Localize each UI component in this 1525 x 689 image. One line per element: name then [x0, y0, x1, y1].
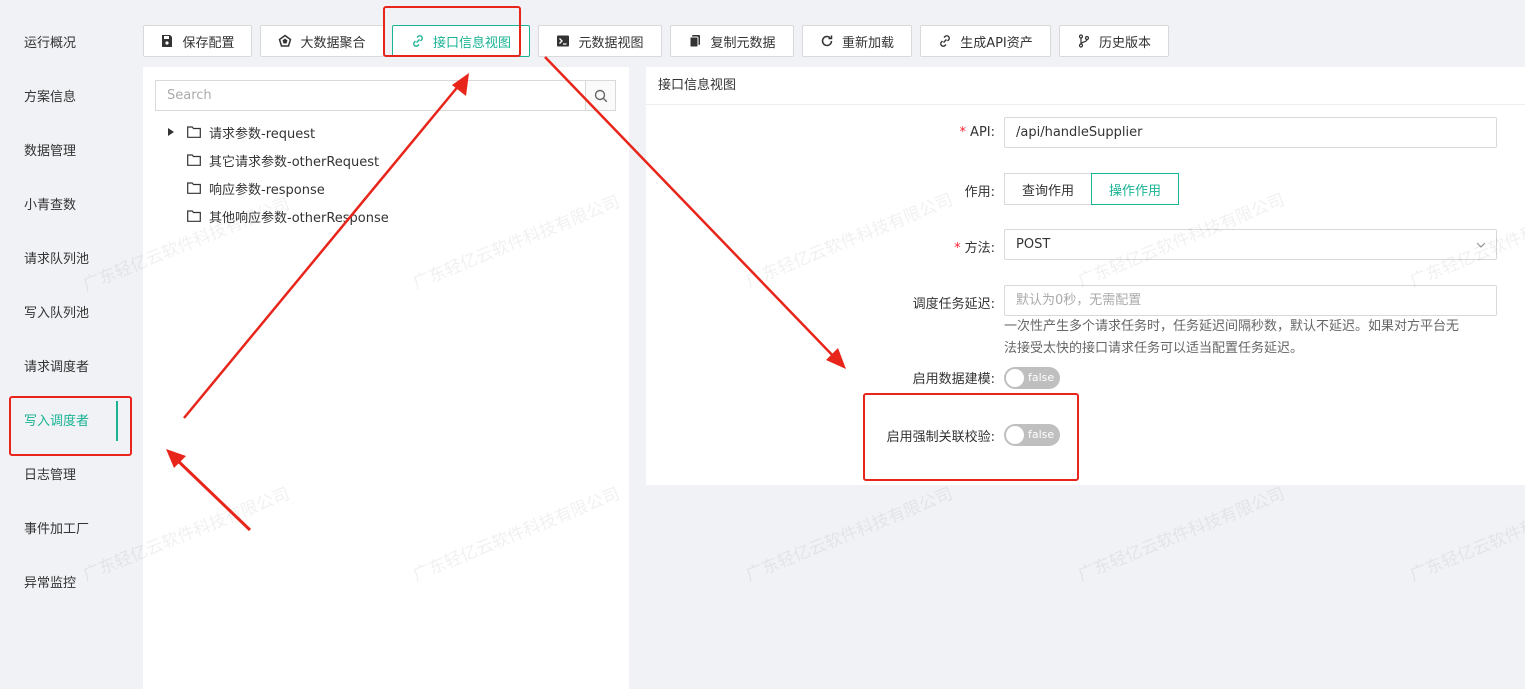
tree-node-request[interactable]: 请求参数-request	[165, 121, 315, 143]
interface-info-form: 接口信息视图 *API: 作用: 查询作用 操作作用 *方法: POST 调度任…	[646, 67, 1525, 485]
generate-api-asset-button[interactable]: 生成API资产	[920, 25, 1051, 57]
form-title: 接口信息视图	[646, 67, 1525, 105]
watermark: 广东轻亿云软件科技有限公司	[1407, 484, 1525, 586]
link-icon	[413, 35, 423, 47]
tree-search-input[interactable]	[155, 80, 585, 111]
tree-node-label: 其他响应参数-otherResponse	[209, 210, 389, 226]
save-config-label: 保存配置	[182, 35, 235, 51]
method-select-value: POST	[1016, 237, 1051, 252]
interface-info-view-button[interactable]: 接口信息视图	[392, 25, 530, 57]
required-mark: *	[959, 125, 967, 140]
switch-knob	[1006, 369, 1024, 387]
sidebar-item-exception-monitor[interactable]: 异常监控	[0, 557, 135, 611]
usage-operation-radio[interactable]: 操作作用	[1091, 173, 1179, 205]
delay-help-line: 一次性产生多个请求任务时，任务延迟间隔秒数，默认不延迟。如果对方平台无	[1004, 319, 1460, 334]
data-modeling-switch[interactable]: false	[1004, 367, 1060, 389]
generate-api-asset-label: 生成API资产	[960, 35, 1033, 51]
switch-state-text: false	[1028, 428, 1055, 441]
history-version-button[interactable]: 历史版本	[1059, 25, 1169, 57]
metadata-view-button[interactable]: 元数据视图	[538, 25, 662, 57]
tree-node-label: 请求参数-request	[209, 126, 316, 142]
delay-help-line: 法接受太快的接口请求任务可以适当配置任务延迟。	[1004, 341, 1304, 356]
force-validation-label: 启用强制关联校验:	[886, 430, 995, 445]
branch-icon	[1078, 34, 1090, 48]
sidebar-item-request-queue[interactable]: 请求队列池	[0, 233, 135, 287]
folder-icon	[187, 182, 201, 194]
pentagon-icon	[279, 34, 292, 47]
reload-button[interactable]: 重新加载	[802, 25, 912, 57]
switch-knob	[1006, 426, 1024, 444]
sidebar-item-xiaoqing-query[interactable]: 小青查数	[0, 179, 135, 233]
sidebar-item-log-management[interactable]: 日志管理	[0, 449, 135, 503]
tree-node-other-request[interactable]: 其它请求参数-otherRequest	[165, 149, 379, 171]
delay-field-label: 调度任务延迟:	[912, 297, 995, 312]
copy-metadata-label: 复制元数据	[710, 35, 776, 51]
switch-state-text: false	[1028, 371, 1055, 384]
folder-icon	[187, 210, 201, 222]
tree-node-other-response[interactable]: 其他响应参数-otherResponse	[165, 205, 389, 227]
sidebar: 运行概况 方案信息 数据管理 小青查数 请求队列池 写入队列池 请求调度者 写入…	[0, 0, 135, 689]
parameter-tree-panel: 请求参数-request 其它请求参数-otherRequest 响应参数-re…	[143, 67, 629, 689]
metadata-view-label: 元数据视图	[578, 35, 644, 51]
reload-icon	[821, 35, 833, 47]
sidebar-item-request-scheduler[interactable]: 请求调度者	[0, 341, 135, 395]
folder-icon	[187, 154, 201, 166]
folder-icon	[187, 126, 201, 138]
link-icon	[940, 35, 951, 47]
sidebar-item-overview[interactable]: 运行概况	[0, 17, 135, 71]
interface-info-view-label: 接口信息视图	[432, 35, 511, 51]
api-label-text: API:	[970, 125, 995, 140]
big-data-aggregation-label: 大数据聚合	[300, 35, 366, 51]
tree-node-label: 响应参数-response	[209, 182, 325, 198]
copy-metadata-button[interactable]: 复制元数据	[670, 25, 794, 57]
watermark: 广东轻亿云软件科技有限公司	[743, 484, 956, 586]
chevron-down-icon	[1476, 242, 1486, 248]
method-field-label: * 方法:	[954, 237, 995, 256]
delay-input[interactable]	[1004, 285, 1497, 316]
watermark: 广东轻亿云软件科技有限公司	[1075, 484, 1288, 586]
delay-help-text: 一次性产生多个请求任务时，任务延迟间隔秒数，默认不延迟。如果对方平台无 法接受太…	[1004, 316, 1499, 360]
usage-query-radio[interactable]: 查询作用	[1004, 173, 1092, 205]
caret-right-icon[interactable]	[165, 126, 177, 138]
method-label-text: 方法:	[964, 241, 995, 256]
tree-node-response[interactable]: 响应参数-response	[165, 177, 325, 199]
history-version-label: 历史版本	[1098, 35, 1151, 51]
sidebar-item-event-factory[interactable]: 事件加工厂	[0, 503, 135, 557]
terminal-icon	[557, 35, 570, 47]
copy-icon	[689, 35, 701, 48]
method-select[interactable]: POST	[1004, 229, 1497, 260]
api-input[interactable]	[1004, 117, 1497, 148]
usage-field-label: 作用:	[964, 185, 995, 200]
sidebar-item-write-queue[interactable]: 写入队列池	[0, 287, 135, 341]
save-icon	[162, 35, 173, 47]
force-validation-switch[interactable]: false	[1004, 424, 1060, 446]
api-field-label: * API:	[960, 125, 995, 140]
sidebar-item-plan-info[interactable]: 方案信息	[0, 71, 135, 125]
sidebar-item-write-scheduler[interactable]: 写入调度者	[0, 395, 135, 449]
search-icon	[594, 89, 607, 102]
save-config-button[interactable]: 保存配置	[143, 25, 252, 57]
required-mark: *	[954, 241, 961, 256]
reload-label: 重新加载	[841, 35, 894, 51]
tree-node-label: 其它请求参数-otherRequest	[209, 154, 380, 170]
data-modeling-label: 启用数据建模:	[912, 372, 995, 387]
big-data-aggregation-button[interactable]: 大数据聚合	[260, 25, 384, 57]
sidebar-item-data-management[interactable]: 数据管理	[0, 125, 135, 179]
tree-search-button[interactable]	[585, 80, 616, 111]
